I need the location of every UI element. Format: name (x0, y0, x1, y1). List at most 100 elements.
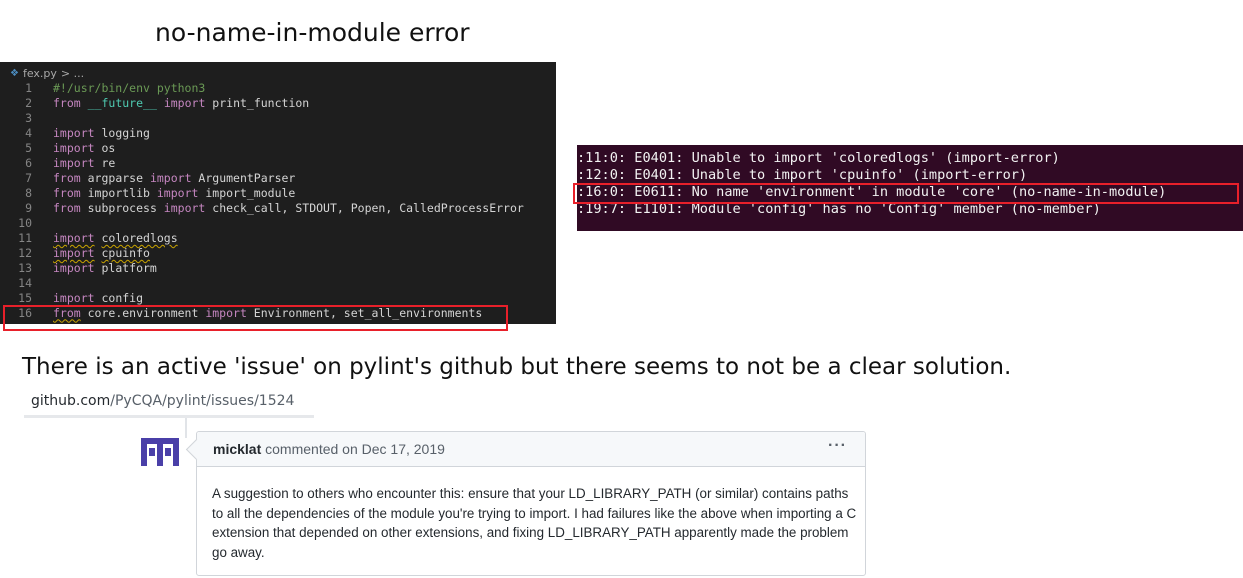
code-token: importlib (80, 186, 157, 201)
code-line: 3 (0, 111, 524, 126)
code-token: import (163, 200, 206, 215)
code-token: from (53, 96, 81, 111)
line-number: 11 (18, 230, 32, 245)
code-token: import (53, 230, 95, 245)
code-line: 15 import config (0, 290, 524, 305)
terminal-line: :12:0: E0401: Unable to import 'cpuinfo'… (577, 167, 1028, 183)
url-divider (24, 415, 314, 418)
issue-description: There is an active 'issue' on pylint's g… (22, 354, 1012, 380)
code-text[interactable]: from argparse import ArgumentParser (53, 171, 295, 185)
code-text[interactable]: import re (53, 156, 115, 170)
line-number: 12 (18, 245, 32, 260)
terminal-error-highlight-box (573, 183, 1239, 204)
comment-arrow (185, 438, 208, 461)
code-token: coloredlogs (101, 230, 178, 245)
code-line: 4 import logging (0, 126, 524, 141)
code-token: print_function (205, 96, 310, 111)
line-number: 4 (25, 126, 32, 141)
code-token: cpuinfo (101, 245, 150, 260)
kebab-menu-icon[interactable]: ··· (828, 437, 847, 455)
code-lines: 1 #!/usr/bin/env python3 2 from __future__ … (0, 81, 524, 320)
line-number: 13 (18, 260, 32, 275)
code-token: subprocess (80, 200, 164, 215)
code-line: 9 from subprocess import check_call, STDO… (0, 201, 524, 216)
python-file-icon: ❖ (10, 68, 19, 79)
code-line: 2 from __future__ import print_function (0, 96, 524, 111)
url-host: github.com (31, 393, 111, 409)
code-token: import (53, 245, 95, 260)
comment-author[interactable]: micklat (213, 441, 261, 457)
code-text[interactable]: from importlib import import_module (53, 186, 295, 200)
line-number: 7 (25, 171, 32, 186)
code-token: argparse (80, 171, 150, 186)
code-text[interactable]: import cpuinfo (53, 246, 150, 260)
issue-comment: micklat commented on Dec 17, 2019 ··· A … (185, 431, 866, 576)
code-token: logging (94, 126, 150, 141)
code-token: check_call, STDOUT, Popen, CalledProcess… (205, 200, 524, 215)
code-text[interactable]: from subprocess import check_call, STDOU… (53, 201, 524, 215)
line-number: 8 (25, 186, 32, 201)
comment-body: A suggestion to others who encounter thi… (212, 486, 857, 560)
code-token: import (53, 141, 95, 156)
code-token: import (53, 126, 95, 141)
code-token: from (53, 186, 81, 201)
timeline-connector (185, 418, 187, 438)
code-token: #!/usr/bin/env python3 (53, 81, 206, 96)
code-token: import (149, 171, 192, 186)
code-line: 5 import os (0, 141, 524, 156)
code-token: import (156, 186, 199, 201)
code-line: 11 import coloredlogs (0, 230, 524, 245)
issue-url[interactable]: github.com/PyCQA/pylint/issues/1524 (31, 393, 294, 409)
line-number: 10 (18, 215, 32, 230)
code-token: __future__ (87, 96, 157, 111)
line-number: 2 (25, 96, 32, 111)
slide-heading: no-name-in-module error (155, 18, 470, 47)
code-line: 1 #!/usr/bin/env python3 (0, 81, 524, 96)
url-path: /PyCQA/pylint/issues/1524 (110, 393, 295, 409)
code-text[interactable]: import platform (53, 261, 157, 275)
code-token: from (53, 171, 81, 186)
code-token: ArgumentParser (191, 171, 296, 186)
line-number: 1 (25, 81, 32, 96)
breadcrumb-rest: > ... (60, 67, 85, 80)
line-number: 9 (25, 200, 32, 215)
code-token: import (53, 260, 95, 275)
code-token: os (94, 141, 116, 156)
code-text[interactable]: #!/usr/bin/env python3 (53, 81, 205, 95)
line-16-highlight-box (3, 305, 508, 331)
code-line: 8 from importlib import import_module (0, 186, 524, 201)
code-token: config (94, 290, 144, 305)
code-token: import (53, 290, 95, 305)
terminal-line: :11:0: E0401: Unable to import 'coloredl… (577, 150, 1060, 166)
line-number: 3 (25, 111, 32, 126)
user-avatar-icon[interactable] (141, 438, 179, 466)
code-token: from (53, 200, 81, 215)
comment-header: micklat commented on Dec 17, 2019 ··· (185, 432, 865, 467)
line-number: 15 (18, 290, 32, 305)
code-token: re (94, 156, 116, 171)
line-number: 14 (18, 275, 32, 290)
code-token: platform (94, 260, 157, 275)
code-line: 13 import platform (0, 260, 524, 275)
code-token: import (163, 96, 206, 111)
code-line: 7 from argparse import ArgumentParser (0, 171, 524, 186)
code-editor-screenshot: ❖ fex.py > ... 1 #!/usr/bin/env python3 2 f… (0, 62, 556, 324)
breadcrumb-file[interactable]: fex.py (23, 67, 57, 80)
code-text[interactable]: import logging (53, 126, 150, 140)
code-text[interactable]: import coloredlogs (53, 231, 178, 245)
code-line: 10 (0, 215, 524, 230)
line-number: 5 (25, 141, 32, 156)
code-text[interactable]: import os (53, 141, 115, 155)
code-line: 6 import re (0, 156, 524, 171)
breadcrumb: ❖ fex.py > ... (10, 67, 84, 80)
code-text[interactable]: from __future__ import print_function (53, 96, 309, 110)
code-text[interactable]: import config (53, 291, 143, 305)
comment-action[interactable]: commented on Dec 17, 2019 (265, 441, 445, 457)
code-token: import_module (198, 186, 296, 201)
code-token: import (53, 156, 95, 171)
code-line: 12 import cpuinfo (0, 245, 524, 260)
line-number: 6 (25, 156, 32, 171)
code-line: 14 (0, 275, 524, 290)
